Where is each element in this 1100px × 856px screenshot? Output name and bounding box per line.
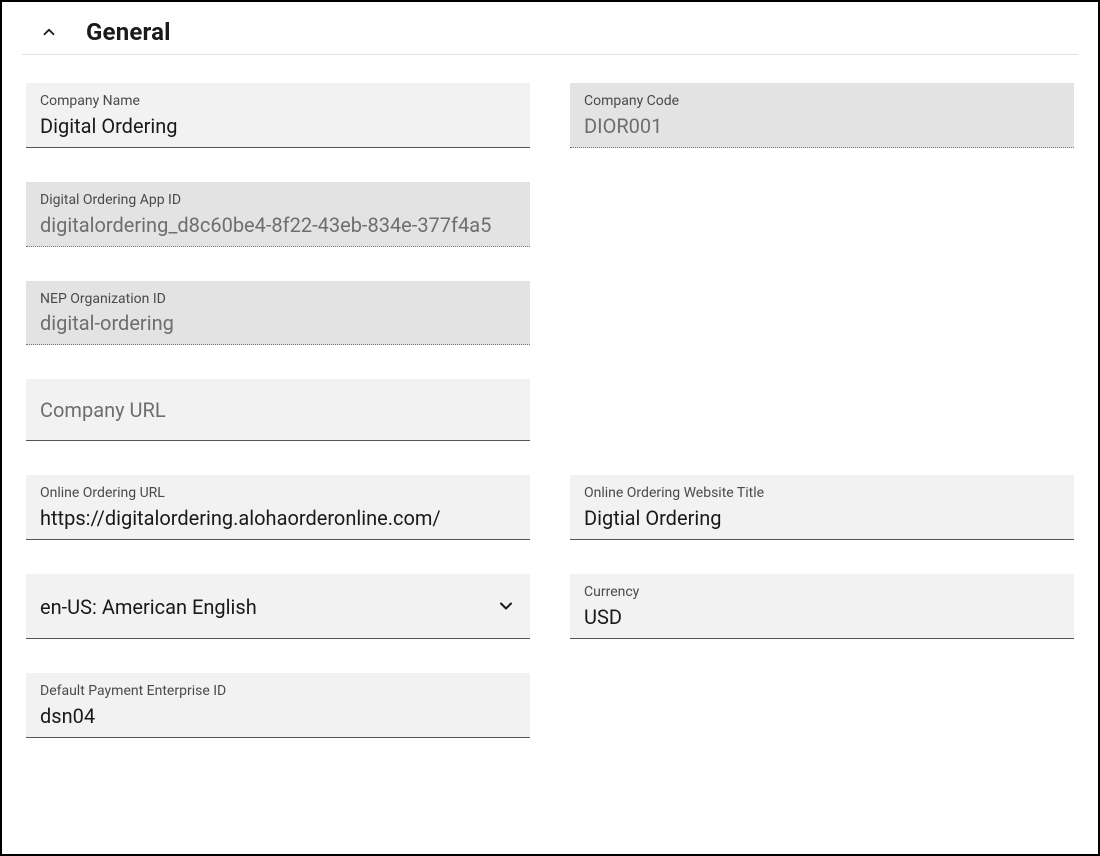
field-label: Default Payment Enterprise ID xyxy=(40,683,516,700)
field-label: NEP Organization ID xyxy=(40,291,516,308)
empty-cell xyxy=(570,281,1074,346)
empty-cell xyxy=(570,673,1074,738)
field-value: digitalordering_d8c60be4-8f22-43eb-834e-… xyxy=(40,213,516,238)
field-value: dsn04 xyxy=(40,704,516,729)
field-label: Company Name xyxy=(40,93,516,110)
company-name-field[interactable]: Company Name Digital Ordering xyxy=(26,83,530,148)
digital-ordering-app-id-field: Digital Ordering App ID digitalordering_… xyxy=(26,182,530,247)
field-value: USD xyxy=(584,605,1060,630)
locale-select[interactable]: en-US: American English xyxy=(26,574,530,639)
online-ordering-url-field[interactable]: Online Ordering URL https://digitalorder… xyxy=(26,475,530,540)
general-form: Company Name Digital Ordering Company Co… xyxy=(22,83,1078,738)
field-value: Digital Ordering xyxy=(40,114,516,139)
section-header-general[interactable]: General xyxy=(22,12,1078,55)
field-value: Digtial Ordering xyxy=(584,506,1060,531)
company-code-field: Company Code DIOR001 xyxy=(570,83,1074,148)
field-value: digital-ordering xyxy=(40,311,516,336)
section-title: General xyxy=(86,18,171,46)
chevron-up-icon xyxy=(40,23,58,41)
online-ordering-website-title-field[interactable]: Online Ordering Website Title Digtial Or… xyxy=(570,475,1074,540)
field-placeholder: Company URL xyxy=(40,398,516,423)
empty-cell xyxy=(570,182,1074,247)
empty-cell xyxy=(570,379,1074,441)
default-payment-enterprise-id-field[interactable]: Default Payment Enterprise ID dsn04 xyxy=(26,673,530,738)
field-value: https://digitalordering.alohaorderonline… xyxy=(40,506,516,531)
currency-field[interactable]: Currency USD xyxy=(570,574,1074,639)
field-label: Online Ordering URL xyxy=(40,485,516,502)
chevron-down-icon xyxy=(496,596,516,616)
nep-organization-id-field: NEP Organization ID digital-ordering xyxy=(26,281,530,346)
field-value: en-US: American English xyxy=(40,595,486,620)
field-value: DIOR001 xyxy=(584,114,1060,139)
company-url-field[interactable]: Company URL xyxy=(26,379,530,441)
field-label: Digital Ordering App ID xyxy=(40,192,516,209)
field-label: Online Ordering Website Title xyxy=(584,485,1060,502)
field-label: Currency xyxy=(584,584,1060,601)
field-label: Company Code xyxy=(584,93,1060,110)
settings-panel: General Company Name Digital Ordering Co… xyxy=(0,0,1100,856)
